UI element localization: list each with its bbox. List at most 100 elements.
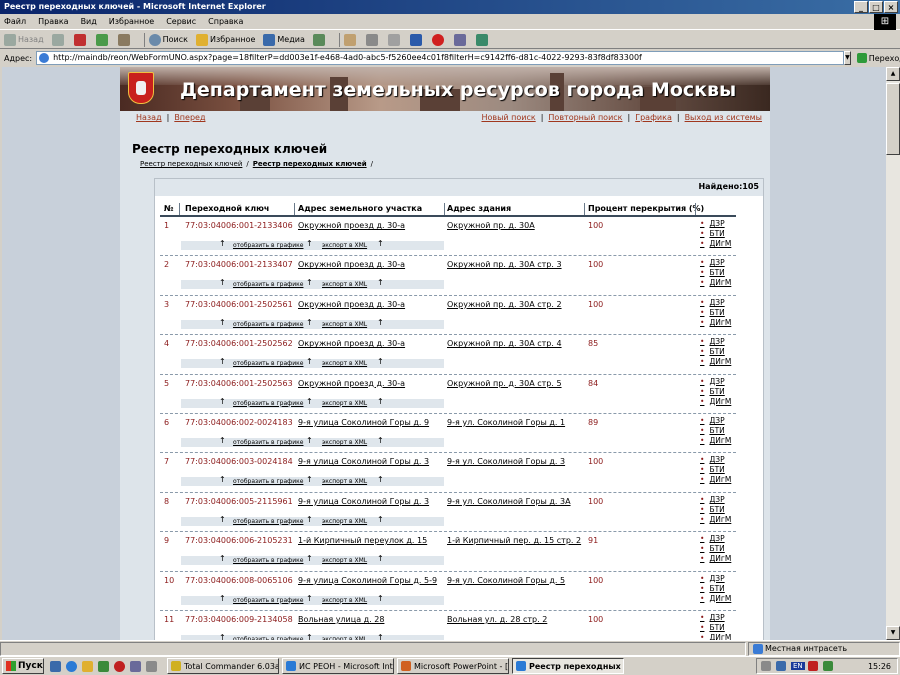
media-button[interactable]: Медиа xyxy=(263,33,305,46)
window-title-bar[interactable]: Реестр переходных ключей - Microsoft Int… xyxy=(0,0,900,14)
show-in-graphics-link[interactable]: отобразить в графике xyxy=(233,400,303,407)
favorites-button[interactable]: Избранное xyxy=(195,33,255,46)
up-arrow-icon[interactable]: ↑ xyxy=(306,475,313,484)
up-arrow-icon[interactable]: ↑ xyxy=(306,554,313,563)
language-indicator[interactable]: EN xyxy=(791,662,805,670)
new-search-link[interactable]: Новый поиск xyxy=(481,113,535,122)
bti-link[interactable]: БТИ xyxy=(700,387,731,397)
land-address-link[interactable]: Окружной проезд д. 30-а xyxy=(298,260,405,269)
menu-favorites[interactable]: Избранное xyxy=(109,17,154,26)
up-arrow-icon[interactable]: ↑ xyxy=(219,436,226,445)
tool-button[interactable] xyxy=(475,33,490,46)
back-button[interactable]: Назад xyxy=(4,33,44,46)
up-arrow-icon[interactable]: ↑ xyxy=(306,594,313,603)
up-arrow-icon[interactable]: ↑ xyxy=(306,318,313,327)
up-arrow-icon[interactable]: ↑ xyxy=(306,278,313,287)
dzr-link[interactable]: ДЗР xyxy=(700,534,731,544)
dzr-link[interactable]: ДЗР xyxy=(700,455,731,465)
up-arrow-icon[interactable]: ↑ xyxy=(219,475,226,484)
app-icon[interactable] xyxy=(130,660,141,672)
history-button[interactable] xyxy=(312,33,327,46)
tray-app-icon[interactable] xyxy=(807,661,818,671)
up-arrow-icon[interactable]: ↑ xyxy=(377,278,384,287)
digm-link[interactable]: ДИгМ xyxy=(700,239,731,249)
up-arrow-icon[interactable]: ↑ xyxy=(219,357,226,366)
up-arrow-icon[interactable]: ↑ xyxy=(219,515,226,524)
digm-link[interactable]: ДИгМ xyxy=(700,397,731,407)
dzr-link[interactable]: ДЗР xyxy=(700,495,731,505)
up-arrow-icon[interactable]: ↑ xyxy=(219,594,226,603)
building-address-link[interactable]: 1-й Кирпичный пер. д. 15 стр. 2 xyxy=(447,536,581,545)
forward-button[interactable] xyxy=(51,33,66,46)
dzr-link[interactable]: ДЗР xyxy=(700,613,731,623)
up-arrow-icon[interactable]: ↑ xyxy=(377,357,384,366)
dzr-link[interactable]: ДЗР xyxy=(700,219,731,229)
more-icon[interactable] xyxy=(146,660,157,672)
nav-back-link[interactable]: Назад xyxy=(136,113,162,122)
bti-link[interactable]: БТИ xyxy=(700,465,731,475)
volume-icon[interactable] xyxy=(761,661,771,671)
logout-link[interactable]: Выход из системы xyxy=(685,113,762,122)
building-address-link[interactable]: Окружной пр. д. 30А стр. 2 xyxy=(447,300,562,309)
up-arrow-icon[interactable]: ↑ xyxy=(377,397,384,406)
print-button[interactable] xyxy=(365,33,380,46)
maximize-button[interactable]: □ xyxy=(869,1,883,13)
task-reon-ie[interactable]: ИС РЕОН - Microsoft Inte... xyxy=(282,658,394,674)
search-button[interactable]: Поиск xyxy=(148,33,188,46)
menu-tools[interactable]: Сервис xyxy=(166,17,196,26)
menu-help[interactable]: Справка xyxy=(208,17,243,26)
task-powerpoint[interactable]: Microsoft PowerPoint - [К... xyxy=(397,658,509,674)
show-in-graphics-link[interactable]: отобразить в графике xyxy=(233,597,303,604)
task-registry-ie[interactable]: Реестр переходных ... xyxy=(512,658,624,674)
export-xml-link[interactable]: экспорт в XML xyxy=(322,439,367,446)
show-in-graphics-link[interactable]: отобразить в графике xyxy=(233,242,303,249)
land-address-link[interactable]: Окружной проезд д. 30-а xyxy=(298,339,405,348)
breadcrumb-link[interactable]: Реестр переходных ключей xyxy=(140,160,242,168)
building-address-link[interactable]: 9-я ул. Соколиной Горы д. 5 xyxy=(447,576,565,585)
land-address-link[interactable]: Окружной проезд д. 30-а xyxy=(298,379,405,388)
land-address-link[interactable]: 9-я улица Соколиной Горы д. 3 xyxy=(298,497,429,506)
building-address-link[interactable]: Окружной пр. д. 30А стр. 4 xyxy=(447,339,562,348)
export-xml-link[interactable]: экспорт в XML xyxy=(322,242,367,249)
land-address-link[interactable]: Окружной проезд д. 30-а xyxy=(298,221,405,230)
bti-link[interactable]: БТИ xyxy=(700,347,731,357)
export-xml-link[interactable]: экспорт в XML xyxy=(322,321,367,328)
scroll-down-button[interactable]: ▼ xyxy=(886,626,900,640)
up-arrow-icon[interactable]: ↑ xyxy=(377,436,384,445)
dzr-link[interactable]: ДЗР xyxy=(700,258,731,268)
up-arrow-icon[interactable]: ↑ xyxy=(306,633,313,640)
up-arrow-icon[interactable]: ↑ xyxy=(219,239,226,248)
home-button[interactable] xyxy=(117,33,132,46)
export-xml-link[interactable]: экспорт в XML xyxy=(322,360,367,367)
building-address-link[interactable]: Окружной пр. д. 30А xyxy=(447,221,535,230)
menu-view[interactable]: Вид xyxy=(81,17,97,26)
building-address-link[interactable]: 9-я ул. Соколиной Горы д. 1 xyxy=(447,418,565,427)
word-button[interactable] xyxy=(409,33,424,46)
up-arrow-icon[interactable]: ↑ xyxy=(377,594,384,603)
explorer-icon[interactable] xyxy=(82,660,93,672)
export-xml-link[interactable]: экспорт в XML xyxy=(322,518,367,525)
dzr-link[interactable]: ДЗР xyxy=(700,337,731,347)
digm-link[interactable]: ДИгМ xyxy=(700,515,731,525)
bti-link[interactable]: БТИ xyxy=(700,584,731,594)
edit-button[interactable] xyxy=(387,33,402,46)
repeat-search-link[interactable]: Повторный поиск xyxy=(548,113,622,122)
dzr-link[interactable]: ДЗР xyxy=(700,574,731,584)
building-address-link[interactable]: 9-я ул. Соколиной Горы д. 3 xyxy=(447,457,565,466)
refresh-button[interactable] xyxy=(95,33,110,46)
building-address-link[interactable]: 9-я ул. Соколиной Горы д. 3А xyxy=(447,497,571,506)
export-xml-link[interactable]: экспорт в XML xyxy=(322,400,367,407)
task-total-commander[interactable]: Total Commander 6.03a - ... xyxy=(167,658,279,674)
land-address-link[interactable]: Окружной проезд д. 30-а xyxy=(298,300,405,309)
messenger-button[interactable] xyxy=(431,33,446,46)
export-xml-link[interactable]: экспорт в XML xyxy=(322,281,367,288)
media-player-icon[interactable] xyxy=(98,660,109,672)
bti-link[interactable]: БТИ xyxy=(700,505,731,515)
dzr-link[interactable]: ДЗР xyxy=(700,416,731,426)
up-arrow-icon[interactable]: ↑ xyxy=(306,515,313,524)
bti-link[interactable]: БТИ xyxy=(700,268,731,278)
land-address-link[interactable]: 9-я улица Соколиной Горы д. 9 xyxy=(298,418,429,427)
digm-link[interactable]: ДИгМ xyxy=(700,554,731,564)
show-in-graphics-link[interactable]: отобразить в графике xyxy=(233,321,303,328)
start-button[interactable]: Пуск xyxy=(2,658,44,674)
